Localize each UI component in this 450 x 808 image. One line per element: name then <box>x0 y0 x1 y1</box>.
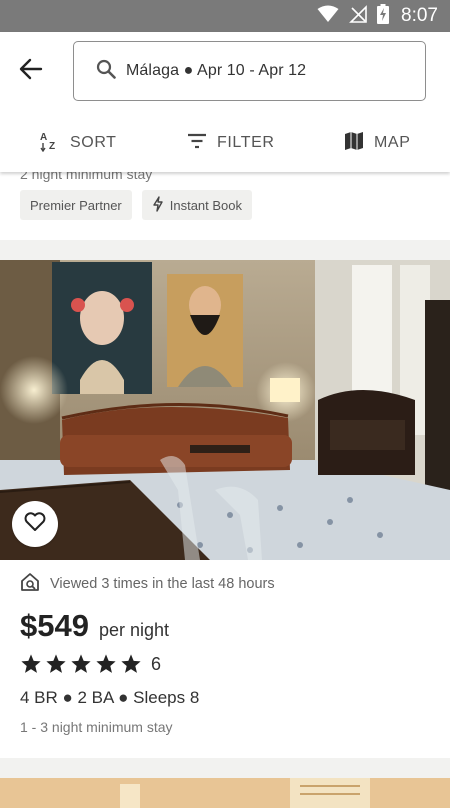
no-signal-icon <box>349 4 367 28</box>
clock-time: 8:07 <box>401 5 438 26</box>
listing-card[interactable]: Viewed 3 times in the last 48 hours $549… <box>0 260 450 758</box>
filter-button[interactable]: FILTER <box>187 129 275 157</box>
instant-book-badge: Instant Book <box>141 190 253 220</box>
star-icon <box>70 653 92 675</box>
filter-icon <box>187 133 207 154</box>
search-field[interactable]: Málaga ● Apr 10 - Apr 12 <box>73 41 426 101</box>
svg-text:A: A <box>40 132 47 143</box>
listing-photo[interactable] <box>0 260 450 560</box>
heart-icon <box>24 511 46 537</box>
sort-label: SORT <box>70 134 117 151</box>
star-icon <box>120 653 142 675</box>
map-icon <box>344 131 364 156</box>
map-button[interactable]: MAP <box>344 129 410 157</box>
search-query: Málaga ● Apr 10 - Apr 12 <box>126 62 307 79</box>
nightly-price: $549 <box>20 608 89 643</box>
results-toolbar: AZ SORT FILTER MAP <box>0 129 450 157</box>
lightning-icon <box>152 195 170 215</box>
badge-row: Premier Partner Instant Book <box>20 190 253 220</box>
listing-card-next[interactable] <box>0 778 450 808</box>
sort-button[interactable]: AZ SORT <box>40 129 117 157</box>
price-row: $549 per night <box>20 608 169 644</box>
star-icon <box>20 653 42 675</box>
star-rating: 6 <box>20 653 161 675</box>
house-eye-icon <box>20 572 40 596</box>
favorite-button[interactable] <box>12 501 58 547</box>
star-icon <box>45 653 67 675</box>
property-details: 4 BR ● 2 BA ● Sleeps 8 <box>20 688 200 707</box>
star-icon <box>95 653 117 675</box>
badge-label: Premier Partner <box>30 197 122 213</box>
next-listing-photo <box>0 778 450 808</box>
svg-text:Z: Z <box>49 141 55 152</box>
badge-label: Instant Book <box>169 197 243 213</box>
filter-label: FILTER <box>217 134 275 151</box>
min-stay-text: 1 - 3 night minimum stay <box>20 719 173 735</box>
listing-photo-image <box>0 260 450 560</box>
sort-az-icon: AZ <box>40 130 60 157</box>
recently-viewed-indicator: Viewed 3 times in the last 48 hours <box>20 572 275 596</box>
status-bar: 8:07 <box>0 0 450 32</box>
listing-card-previous[interactable]: 2 night minimum stay Premier Partner Ins… <box>0 166 450 240</box>
review-count: 6 <box>151 653 162 674</box>
search-header: Málaga ● Apr 10 - Apr 12 AZ SORT FILTER … <box>0 32 450 172</box>
price-unit: per night <box>98 620 170 640</box>
wifi-icon <box>317 5 339 28</box>
battery-charging-icon <box>377 3 390 29</box>
premier-partner-badge: Premier Partner <box>20 190 132 220</box>
back-button[interactable] <box>14 56 48 86</box>
status-icons: 8:07 <box>317 3 438 29</box>
map-label: MAP <box>374 134 411 151</box>
viewed-text: Viewed 3 times in the last 48 hours <box>50 576 275 592</box>
search-icon <box>96 59 116 84</box>
arrow-left-icon <box>19 58 43 85</box>
